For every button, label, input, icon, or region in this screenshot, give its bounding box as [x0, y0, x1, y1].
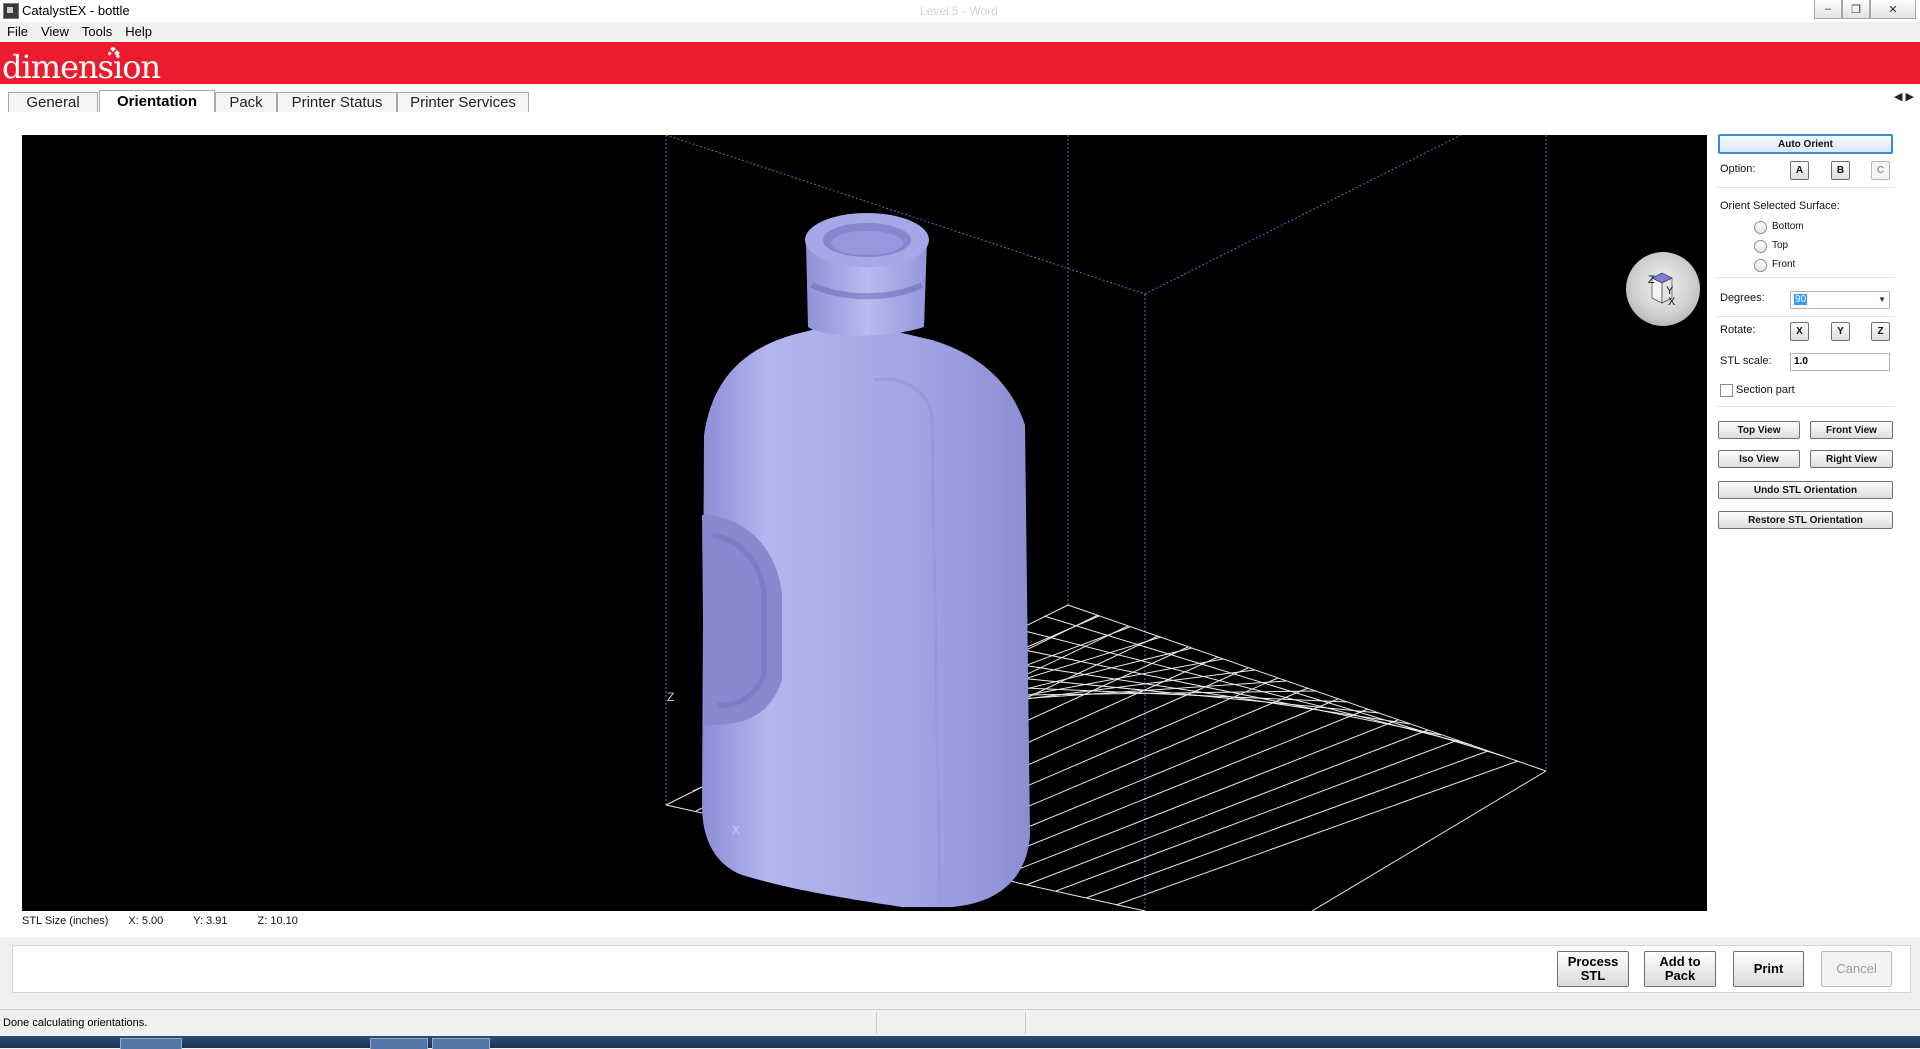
menu-bar: File View Tools Help: [0, 22, 1920, 42]
iso-view-button[interactable]: Iso View: [1718, 450, 1800, 468]
build-envelope-scene: Z X: [665, 135, 1547, 911]
stl-size-z: Z: 10.10: [257, 915, 298, 927]
surface-front-label: Front: [1772, 259, 1796, 270]
panel-divider: [1717, 187, 1895, 188]
panel-divider: [1717, 316, 1895, 317]
status-divider: [1025, 1012, 1026, 1034]
status-message: Done calculating orientations.: [3, 1017, 148, 1029]
taskbar-button[interactable]: [432, 1038, 490, 1049]
rotate-x-button[interactable]: X: [1790, 322, 1809, 341]
minimize-button[interactable]: –: [1814, 0, 1842, 19]
action-bar: Process STL Add to Pack Print Cancel: [12, 945, 1911, 993]
title-bar: CatalystEX - bottle Level 5 - Word – ❐ ✕: [0, 0, 1920, 23]
dimension-logo: dimension: [2, 48, 161, 86]
option-a-button[interactable]: A: [1790, 161, 1809, 180]
app-icon: [3, 3, 19, 19]
main-content: Z X Z Y X STL Size (inches) X: 5.00 Y: 3…: [0, 112, 1920, 937]
surface-bottom-label: Bottom: [1772, 221, 1804, 232]
menu-help[interactable]: Help: [118, 22, 158, 42]
degrees-value: 90: [1794, 294, 1808, 305]
status-divider: [876, 1012, 877, 1034]
degrees-dropdown[interactable]: 90 ▼: [1790, 291, 1890, 309]
bottle-model[interactable]: [702, 213, 1030, 908]
tab-printer-services[interactable]: Printer Services: [397, 92, 529, 112]
option-b-button[interactable]: B: [1831, 161, 1850, 180]
x-axis-label: X: [732, 823, 740, 837]
panel-divider: [1717, 277, 1895, 278]
brand-bar: dimension: [0, 42, 1920, 86]
surface-bottom-radio[interactable]: [1754, 221, 1767, 234]
front-view-button[interactable]: Front View: [1810, 421, 1893, 439]
status-bar: Done calculating orientations.: [0, 1009, 1920, 1037]
rotate-z-button[interactable]: Z: [1871, 322, 1890, 341]
restore-stl-orientation-button[interactable]: Restore STL Orientation: [1718, 511, 1893, 529]
minimize-icon: –: [1824, 3, 1832, 15]
stl-size-label: STL Size (inches): [22, 915, 109, 927]
right-view-button[interactable]: Right View: [1810, 450, 1893, 468]
menu-tools[interactable]: Tools: [75, 22, 118, 42]
panel-divider: [1717, 406, 1895, 407]
surface-top-label: Top: [1772, 240, 1789, 251]
nav-cube-z-label: Z: [1648, 274, 1655, 286]
option-label: Option:: [1720, 163, 1756, 175]
tab-general[interactable]: General: [8, 92, 98, 112]
tab-scroll-arrows-icon[interactable]: ◀ ▶: [1894, 90, 1914, 103]
surface-front-radio[interactable]: [1754, 259, 1767, 272]
background-window-title: Level 5 - Word: [920, 4, 998, 18]
close-button[interactable]: ✕: [1870, 0, 1916, 19]
tab-strip: General Orientation Pack Printer Status …: [0, 84, 1920, 113]
option-c-button[interactable]: C: [1871, 161, 1890, 180]
orient-surface-label: Orient Selected Surface:: [1720, 200, 1840, 212]
os-taskbar: [0, 1036, 1920, 1049]
nav-cube-x-label: X: [1668, 296, 1676, 308]
menu-view[interactable]: View: [34, 22, 75, 42]
process-stl-button[interactable]: Process STL: [1557, 951, 1629, 987]
section-part-label: Section part: [1736, 384, 1795, 396]
auto-orient-button[interactable]: Auto Orient: [1718, 134, 1893, 154]
cancel-button[interactable]: Cancel: [1821, 951, 1892, 987]
degrees-label: Degrees:: [1720, 292, 1765, 304]
top-view-button[interactable]: Top View: [1718, 421, 1800, 439]
print-button[interactable]: Print: [1733, 951, 1804, 987]
window-title: CatalystEX - bottle: [22, 3, 130, 18]
tab-printer-status[interactable]: Printer Status: [277, 92, 397, 112]
surface-top-radio[interactable]: [1754, 240, 1767, 253]
rotate-label: Rotate:: [1720, 324, 1756, 336]
tab-pack[interactable]: Pack: [215, 92, 277, 112]
taskbar-button[interactable]: [120, 1038, 182, 1049]
add-to-pack-button[interactable]: Add to Pack: [1644, 951, 1716, 987]
stl-size-readout: STL Size (inches) X: 5.00 Y: 3.91 Z: 10.…: [22, 915, 318, 927]
3d-viewport[interactable]: Z X: [22, 135, 1707, 911]
rotate-y-button[interactable]: Y: [1831, 322, 1850, 341]
undo-stl-orientation-button[interactable]: Undo STL Orientation: [1718, 481, 1893, 499]
view-navigation-cube[interactable]: Z Y X: [1626, 252, 1700, 326]
restore-icon: ❐: [1851, 3, 1861, 16]
close-icon: ✕: [1888, 3, 1898, 16]
stl-size-y: Y: 3.91: [193, 915, 228, 927]
maximize-button[interactable]: ❐: [1842, 0, 1870, 19]
chevron-down-icon: ▼: [1878, 295, 1886, 304]
tab-orientation[interactable]: Orientation: [99, 90, 215, 112]
menu-file[interactable]: File: [0, 22, 34, 42]
taskbar-button[interactable]: [370, 1038, 428, 1049]
section-part-checkbox[interactable]: [1720, 384, 1733, 397]
stl-scale-input[interactable]: 1.0: [1790, 353, 1890, 371]
stl-size-x: X: 5.00: [128, 915, 164, 927]
stl-scale-label: STL scale:: [1720, 355, 1772, 367]
z-axis-label: Z: [667, 690, 674, 704]
logo-diamond-icon: [108, 47, 120, 56]
